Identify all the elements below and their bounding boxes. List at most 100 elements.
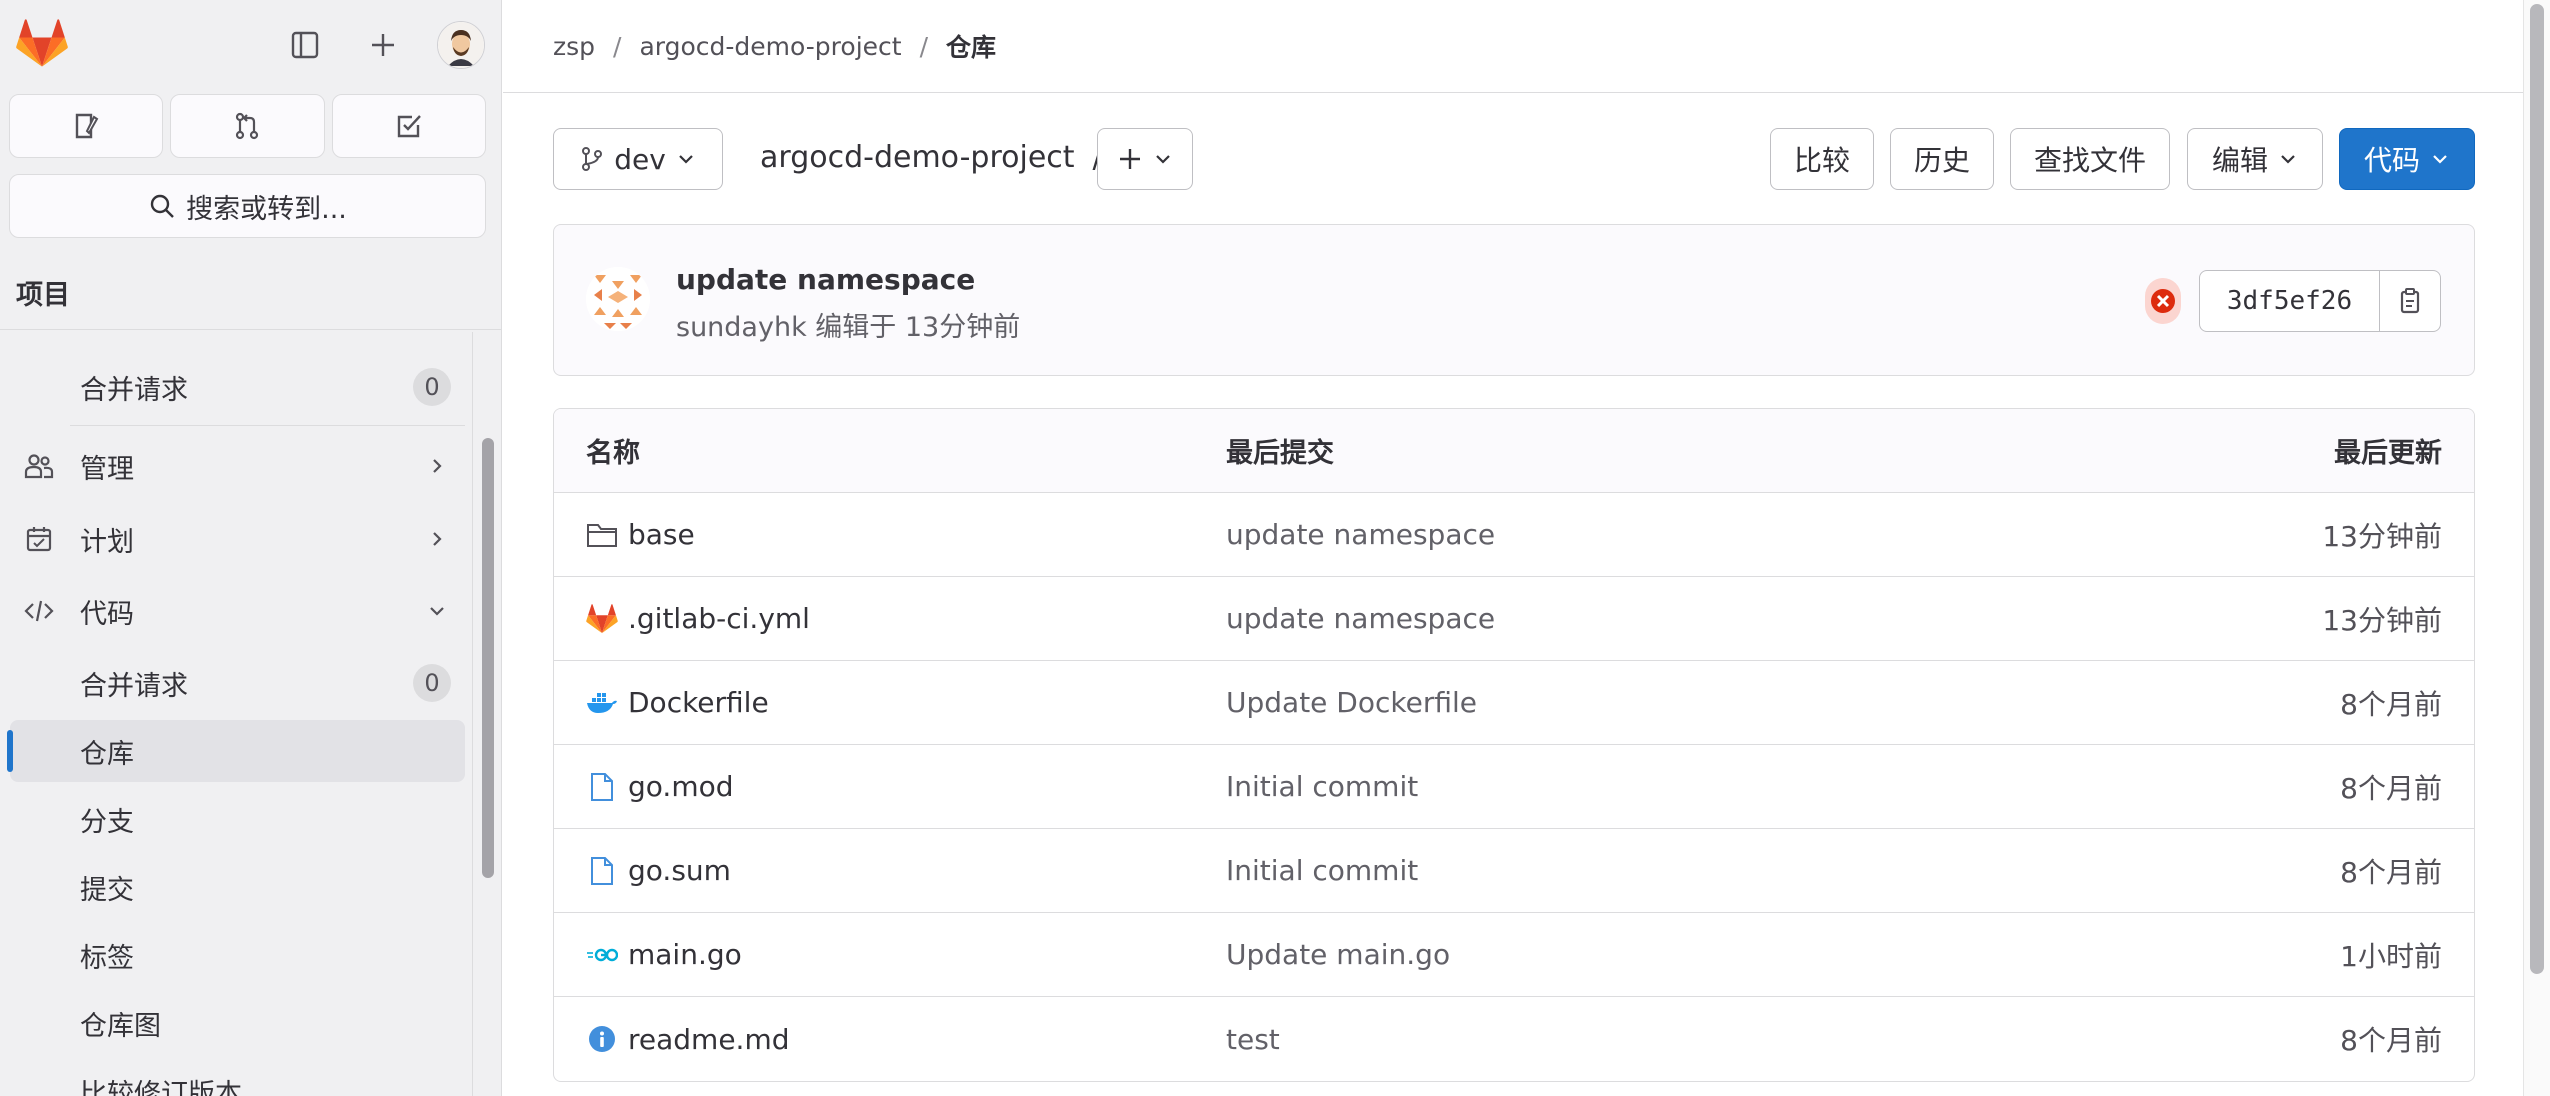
sidebar-item-manage[interactable]: 管理 <box>10 435 465 497</box>
chevron-down-icon <box>676 149 696 169</box>
header-divider <box>503 92 2523 93</box>
docker-icon <box>586 687 618 719</box>
last-commit-message[interactable]: test <box>1226 997 1280 1081</box>
sidebar-item-plan[interactable]: 计划 <box>10 508 465 570</box>
create-new-icon[interactable] <box>359 21 407 69</box>
compare-button[interactable]: 比较 <box>1770 128 1874 190</box>
commit-title[interactable]: update namespace <box>676 263 975 296</box>
last-update-time: 8个月前 <box>2340 855 2442 889</box>
count-badge: 0 <box>413 664 451 702</box>
table-row[interactable]: go.mod Initial commit 8个月前 <box>554 745 2474 829</box>
file-name[interactable]: base <box>628 518 695 551</box>
file-name[interactable]: main.go <box>628 938 742 971</box>
edit-label: 编辑 <box>2211 144 2268 177</box>
breadcrumb: zsp / argocd-demo-project / 仓库 <box>553 28 996 64</box>
toggle-sidebar-icon[interactable] <box>281 21 329 69</box>
find-file-button[interactable]: 查找文件 <box>2010 128 2170 190</box>
sidebar-item-merge-requests-top[interactable]: 合并请求 0 <box>10 356 465 418</box>
page-scrollbar[interactable] <box>2530 4 2544 974</box>
sidebar-item-label: 代码 <box>80 598 134 630</box>
sidebar-item-repository[interactable]: 仓库 <box>7 720 465 782</box>
sidebar-item-label: 管理 <box>80 453 134 485</box>
file-name[interactable]: .gitlab-ci.yml <box>628 602 810 635</box>
commit-meta: sundayhk 编辑于 13分钟前 <box>676 312 1021 343</box>
user-avatar[interactable] <box>437 21 485 69</box>
issues-icon <box>71 111 101 141</box>
file-tree-table: 名称 最后提交 最后更新 base update namespace 13分钟前 <box>553 408 2475 1082</box>
breadcrumb-separator: / <box>613 31 622 61</box>
last-update-time: 1小时前 <box>2340 939 2442 973</box>
merge-requests-tab[interactable] <box>170 94 325 158</box>
file-name[interactable]: Dockerfile <box>628 686 769 719</box>
todo-tab[interactable] <box>331 94 486 158</box>
last-update-time: 13分钟前 <box>2322 603 2442 637</box>
repository-path: argocd-demo-project / <box>760 140 1103 175</box>
code-dropdown[interactable]: 代码 <box>2339 128 2475 190</box>
copy-icon <box>2396 287 2424 315</box>
plus-icon <box>1117 146 1143 172</box>
edit-dropdown[interactable]: 编辑 <box>2187 128 2323 190</box>
sidebar-item-tags[interactable]: 标签 <box>10 924 465 986</box>
sidebar-item-label: 分支 <box>80 806 134 838</box>
gitlab-logo-icon[interactable] <box>16 19 68 71</box>
search-button[interactable]: 搜索或转到... <box>9 174 486 238</box>
chevron-down-icon <box>2278 149 2298 169</box>
file-icon <box>586 771 618 803</box>
search-icon <box>148 192 176 220</box>
breadcrumb-item-current[interactable]: 仓库 <box>946 28 996 64</box>
branch-selector[interactable]: dev <box>553 128 723 190</box>
sidebar-item-code[interactable]: 代码 <box>10 580 465 642</box>
commit-sha[interactable]: 3df5ef26 <box>2200 271 2380 331</box>
add-to-tree-dropdown[interactable] <box>1097 128 1193 190</box>
sidebar-item-label: 合并请求 <box>80 670 188 702</box>
commit-author-avatar[interactable] <box>586 267 650 331</box>
sidebar-item-label: 标签 <box>80 942 134 974</box>
repository-root-link[interactable]: argocd-demo-project <box>760 140 1075 175</box>
info-icon <box>586 1023 618 1055</box>
sidebar-section-title: 项目 <box>0 256 501 330</box>
sidebar-item-merge-requests[interactable]: 合并请求 0 <box>10 652 465 714</box>
sidebar-nav: 合并请求 0 管理 计划 代码 合并请求 0 仓库 分支 提交 标签 仓库图 比… <box>0 332 472 1096</box>
sidebar-scrollbar[interactable] <box>482 438 494 878</box>
last-commit-message[interactable]: update namespace <box>1226 577 1495 660</box>
table-row[interactable]: readme.md test 8个月前 <box>554 997 2474 1081</box>
file-name[interactable]: go.mod <box>628 770 734 803</box>
history-button[interactable]: 历史 <box>1890 128 1994 190</box>
table-row[interactable]: Dockerfile Update Dockerfile 8个月前 <box>554 661 2474 745</box>
breadcrumb-item-project[interactable]: argocd-demo-project <box>639 32 901 61</box>
branch-name: dev <box>614 142 666 176</box>
count-badge: 0 <box>413 368 451 406</box>
last-commit-message[interactable]: Update Dockerfile <box>1226 661 1477 744</box>
file-name[interactable]: go.sum <box>628 854 731 887</box>
commit-sha-group: 3df5ef26 <box>2199 270 2441 332</box>
table-row[interactable]: base update namespace 13分钟前 <box>554 493 2474 577</box>
last-commit-message[interactable]: update namespace <box>1226 493 1495 576</box>
table-row[interactable]: go.sum Initial commit 8个月前 <box>554 829 2474 913</box>
breadcrumb-item-group[interactable]: zsp <box>553 32 595 61</box>
sidebar: 搜索或转到... 项目 合并请求 0 管理 计划 代码 合并请求 0 仓库 分支… <box>0 0 502 1096</box>
sidebar-item-label: 计划 <box>80 526 134 558</box>
file-icon <box>586 855 618 887</box>
pipeline-failed-icon[interactable] <box>2143 277 2183 325</box>
sidebar-item-label: 合并请求 <box>80 374 188 406</box>
copy-sha-button[interactable] <box>2380 271 2440 331</box>
users-icon <box>24 451 54 481</box>
sidebar-item-commits[interactable]: 提交 <box>10 856 465 918</box>
assigned-issues-tab[interactable] <box>9 94 164 158</box>
sidebar-item-compare-revisions[interactable]: 比较修订版本 <box>10 1060 465 1096</box>
file-name[interactable]: readme.md <box>628 1023 790 1056</box>
sidebar-item-repository-graph[interactable]: 仓库图 <box>10 992 465 1054</box>
last-commit-message[interactable]: Initial commit <box>1226 829 1418 912</box>
last-commit-message[interactable]: Update main.go <box>1226 913 1450 996</box>
table-row[interactable]: .gitlab-ci.yml update namespace 13分钟前 <box>554 577 2474 661</box>
gitlab-ci-icon <box>586 603 618 635</box>
last-commit-message[interactable]: Initial commit <box>1226 745 1418 828</box>
table-row[interactable]: main.go Update main.go 1小时前 <box>554 913 2474 997</box>
chevron-down-icon <box>1153 149 1173 169</box>
sidebar-item-branches[interactable]: 分支 <box>10 788 465 850</box>
branch-icon <box>580 146 604 172</box>
table-header: 名称 最后提交 最后更新 <box>554 409 2474 493</box>
column-header-last-commit: 最后提交 <box>1226 438 1334 469</box>
active-indicator <box>7 730 13 772</box>
sidebar-divider <box>70 425 465 426</box>
